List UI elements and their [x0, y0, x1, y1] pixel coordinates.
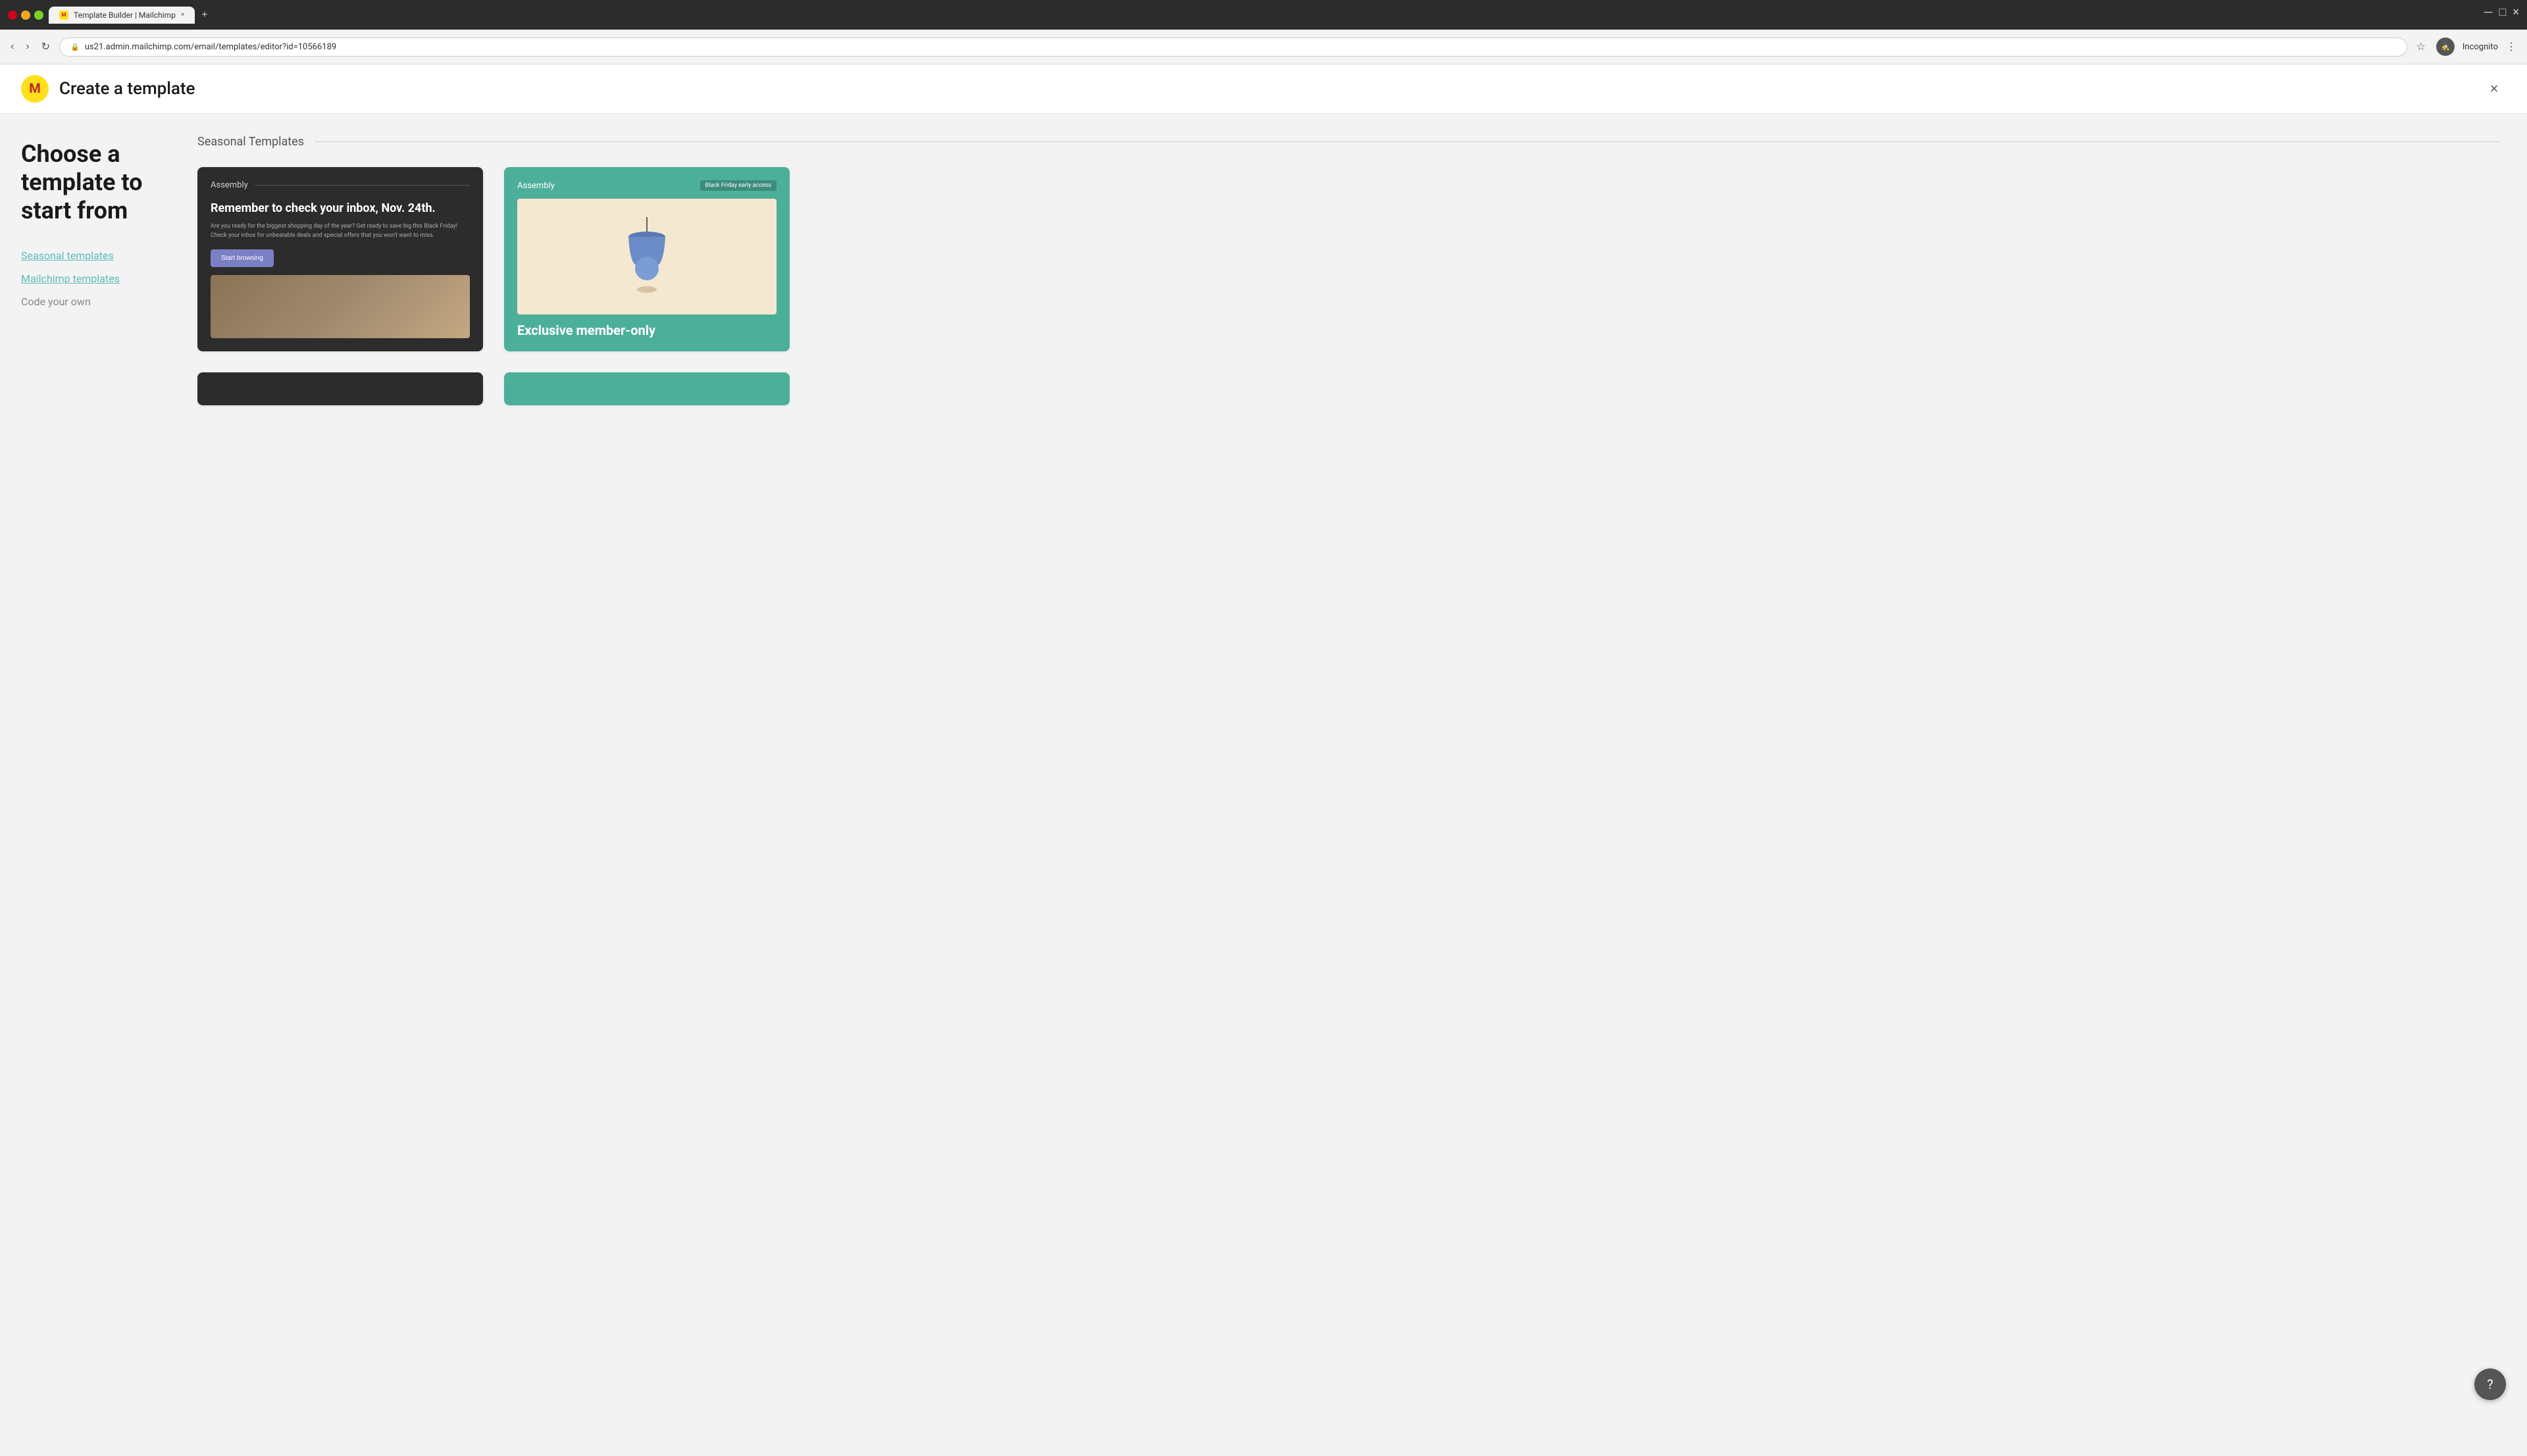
partial-preview-green [504, 372, 790, 405]
address-bar[interactable]: 🔒 us21.admin.mailchimp.com/email/templat… [59, 38, 2407, 57]
template-preview-early-access: Assembly Black Friday early access [504, 167, 790, 351]
section-title-text: Seasonal Templates [197, 135, 304, 149]
window-controls [8, 11, 43, 20]
sidebar-item-seasonal[interactable]: Seasonal templates [21, 247, 150, 264]
window-close-icon[interactable]: × [2513, 5, 2519, 19]
menu-button[interactable]: ⋮ [2503, 38, 2519, 56]
partial-preview-dark [197, 372, 483, 405]
incognito-badge: 🕵 [2436, 38, 2455, 56]
template-card-sale-teaser[interactable]: Assembly Remember to check your inbox, N… [197, 167, 483, 351]
sidebar-item-code[interactable]: Code your own [21, 293, 150, 311]
preview-image-placeholder [211, 275, 470, 338]
preview-ea-tag: Black Friday early access [700, 180, 777, 191]
window-restore-icon[interactable]: □ [2499, 5, 2507, 19]
close-button[interactable]: × [2482, 77, 2506, 101]
preview-main-text: Remember to check your inbox, Nov. 24th. [211, 201, 470, 216]
app-header: M Create a template × [0, 64, 2527, 114]
svg-text:M: M [29, 80, 41, 96]
url-text: us21.admin.mailchimp.com/email/templates… [85, 42, 336, 52]
window-minimize-icon[interactable]: ─ [2484, 5, 2493, 19]
back-button[interactable]: ‹ [8, 38, 16, 55]
incognito-label: Incognito [2463, 42, 2498, 52]
tab-favicon: M [59, 11, 68, 20]
refresh-button[interactable]: ↻ [39, 38, 53, 56]
template-card-partial-right[interactable] [504, 372, 790, 405]
preview-brand: Assembly [211, 180, 470, 190]
lock-icon: 🔒 [70, 43, 80, 51]
mailchimp-logo: M [21, 75, 49, 103]
preview-cta-button[interactable]: Start browsing [211, 249, 274, 267]
tab-label: Template Builder | Mailchimp [74, 11, 176, 20]
templates-grid-bottom [197, 372, 790, 405]
template-card-partial-left[interactable] [197, 372, 483, 405]
preview-lamp-area [517, 199, 777, 314]
incognito-icon: 🕵 [2441, 43, 2450, 51]
sidebar-nav: Seasonal templates Mailchimp templates C… [21, 247, 150, 311]
help-button[interactable]: ? [2474, 1368, 2506, 1400]
browser-tab-active[interactable]: M Template Builder | Mailchimp × [49, 7, 195, 24]
page-title: Create a template [59, 79, 195, 99]
preview-body-text: Are you ready for the biggest shopping d… [211, 222, 470, 240]
preview-ea-header: Assembly Black Friday early access [517, 180, 777, 191]
window-minimize-btn[interactable] [21, 11, 30, 20]
sidebar-item-mailchimp[interactable]: Mailchimp templates [21, 270, 150, 288]
forward-button[interactable]: › [23, 38, 32, 55]
new-tab-button[interactable]: + [196, 7, 213, 24]
preview-brand-text: Assembly [211, 180, 248, 190]
section-title: Seasonal Templates [197, 135, 2501, 149]
preview-brand-line [255, 185, 470, 186]
tab-favicon-letter: M [61, 12, 66, 18]
bookmark-button[interactable]: ☆ [2414, 38, 2428, 56]
sidebar-heading: Choose a template to start from [21, 140, 150, 226]
preview-ea-brand: Assembly [517, 181, 555, 191]
window-close-btn[interactable] [8, 11, 17, 20]
browser-chrome: M Template Builder | Mailchimp × + ─ □ × [0, 0, 2527, 30]
browser-navbar: ‹ › ↻ 🔒 us21.admin.mailchimp.com/email/t… [0, 30, 2527, 64]
templates-grid: Assembly Remember to check your inbox, N… [197, 167, 790, 351]
main-layout: Choose a template to start from Seasonal… [0, 114, 2527, 1456]
app-header-left: M Create a template [21, 75, 195, 103]
browser-profile-button[interactable]: 🕵 [2434, 35, 2457, 59]
template-preview-sale-teaser: Assembly Remember to check your inbox, N… [197, 167, 483, 351]
browser-top: M Template Builder | Mailchimp × + ─ □ × [8, 5, 2519, 30]
nav-actions: ☆ 🕵 Incognito ⋮ [2414, 35, 2519, 59]
help-icon: ? [2487, 1376, 2493, 1392]
tab-close-icon[interactable]: × [181, 11, 184, 18]
browser-tabs: M Template Builder | Mailchimp × + [49, 7, 213, 24]
template-card-early-access[interactable]: Assembly Black Friday early access [504, 167, 790, 351]
sidebar: Choose a template to start from Seasonal… [0, 114, 171, 1456]
preview-ea-headline: Exclusive member-only [517, 322, 777, 338]
window-maximize-btn[interactable] [34, 11, 43, 20]
content-area: Seasonal Templates Assembly Remember to … [171, 114, 2527, 1456]
lamp-illustration [621, 217, 673, 296]
preview-ea-bottom: Exclusive member-only [517, 322, 777, 338]
